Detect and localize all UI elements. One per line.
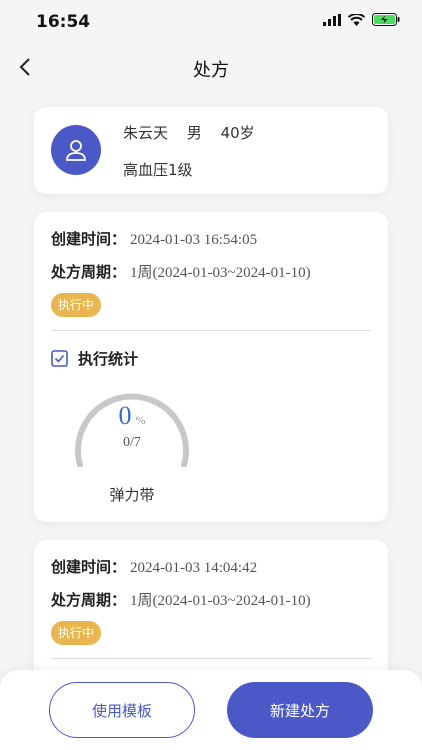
status-bar: 16:54	[0, 0, 422, 44]
percent-value: 0	[118, 401, 132, 430]
percent-unit: %	[135, 413, 146, 427]
user-icon	[66, 140, 86, 161]
stats-title: 执行统计	[78, 350, 139, 368]
period-label: 处方周期：	[51, 263, 127, 281]
divider	[51, 330, 371, 331]
avatar	[51, 125, 101, 175]
patient-diagnosis: 高血压1级	[123, 161, 193, 179]
battery-icon	[372, 13, 400, 26]
period-value: 1周(2024-01-03~2024-01-10)	[130, 265, 311, 281]
divider	[51, 658, 371, 659]
patient-gender: 男	[186, 124, 202, 142]
status-time: 16:54	[36, 12, 91, 32]
created-label: 创建时间：	[51, 558, 127, 576]
status-badge: 执行中	[51, 621, 101, 645]
wifi-icon	[348, 13, 365, 26]
footer-bar: 使用模板 新建处方	[0, 670, 422, 750]
progress-count: 0/7	[123, 435, 141, 450]
checkbox-icon	[51, 350, 68, 367]
nav-bar: 处方	[0, 44, 422, 90]
progress-gauge: 0% 0/7	[72, 387, 192, 468]
patient-name: 朱云天	[123, 124, 169, 142]
status-badge: 执行中	[51, 293, 101, 317]
patient-card: 朱云天 男 40岁 高血压1级	[34, 107, 388, 194]
created-label: 创建时间：	[51, 230, 127, 248]
patient-age: 40岁	[220, 124, 255, 142]
period-label: 处方周期：	[51, 591, 127, 609]
new-prescription-button[interactable]: 新建处方	[227, 682, 373, 738]
prescription-card[interactable]: 创建时间： 2024-01-03 16:54:05 处方周期： 1周(2024-01…	[34, 212, 388, 522]
created-value: 2024-01-03 14:04:42	[130, 560, 258, 576]
page-title: 处方	[193, 60, 229, 81]
period-value: 1周(2024-01-03~2024-01-10)	[130, 593, 311, 609]
prescription-list[interactable]: 朱云天 男 40岁 高血压1级 创建时间： 2024-01-03 16:54:05…	[0, 90, 422, 750]
exercise-item-name: 弹力带	[109, 486, 155, 504]
created-value: 2024-01-03 16:54:05	[130, 232, 258, 248]
signal-icon	[323, 13, 341, 26]
use-template-button[interactable]: 使用模板	[49, 682, 195, 738]
